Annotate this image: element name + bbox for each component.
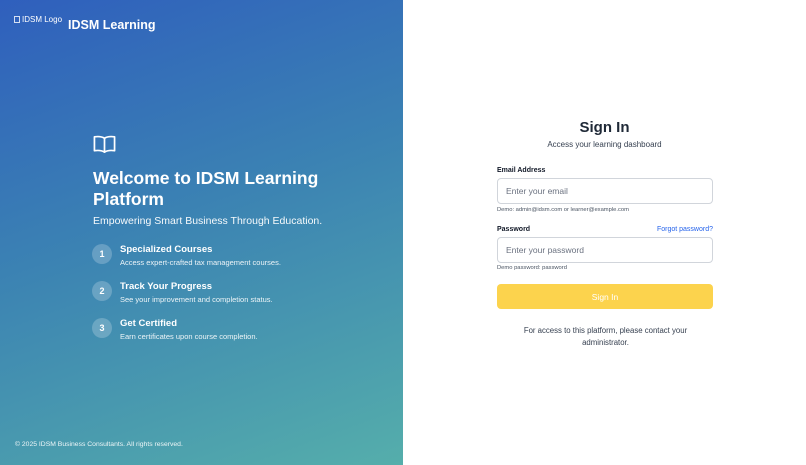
contact-admin-note: For access to this platform, please cont…: [523, 326, 688, 347]
feature-description: Earn certificates upon course completion…: [120, 332, 258, 341]
brand-header: IDSM Logo IDSM Learning: [14, 15, 156, 32]
broken-image-icon: [14, 16, 20, 23]
email-demo-hint: Demo: admin@idsm.com or learner@example.…: [497, 207, 629, 213]
welcome-panel: IDSM Logo IDSM Learning Welcome to IDSM …: [0, 0, 403, 465]
feature-item: 1 Specialized Courses Access expert-craf…: [92, 244, 281, 267]
logo-alt-text: IDSM Logo: [22, 15, 63, 24]
sign-in-button[interactable]: Sign In: [497, 284, 713, 309]
password-demo-hint: Demo password: password: [497, 265, 567, 271]
feature-title: Get Certified: [120, 318, 178, 329]
feature-item: 3 Get Certified Earn certificates upon c…: [92, 318, 281, 341]
logo-image: IDSM Logo: [14, 15, 62, 24]
email-label: Email Address: [497, 167, 546, 174]
signin-title: Sign In: [579, 119, 630, 136]
email-field[interactable]: [497, 178, 713, 204]
tagline: Empowering Smart Business Through Educat…: [93, 215, 323, 227]
brand-name: IDSM Learning: [68, 18, 156, 32]
step-number-badge: 3: [92, 318, 112, 338]
forgot-password-link[interactable]: Forgot password?: [657, 226, 713, 233]
step-number-badge: 2: [92, 281, 112, 301]
feature-item: 2 Track Your Progress See your improveme…: [92, 281, 281, 304]
feature-title: Specialized Courses: [120, 244, 213, 255]
step-number-badge: 1: [92, 244, 112, 264]
welcome-headline: Welcome to IDSM Learning Platform: [93, 168, 319, 209]
book-open-icon: [93, 135, 116, 154]
feature-title: Track Your Progress: [120, 281, 213, 292]
feature-description: Access expert-crafted tax management cou…: [120, 258, 281, 267]
feature-list: 1 Specialized Courses Access expert-craf…: [92, 244, 281, 355]
copyright-text: © 2025 IDSM Business Consultants. All ri…: [15, 441, 183, 448]
signin-panel: Sign In Access your learning dashboard E…: [403, 0, 806, 465]
signin-subtitle: Access your learning dashboard: [547, 140, 662, 149]
feature-description: See your improvement and completion stat…: [120, 295, 273, 304]
password-field[interactable]: [497, 237, 713, 263]
password-label: Password: [497, 226, 531, 233]
